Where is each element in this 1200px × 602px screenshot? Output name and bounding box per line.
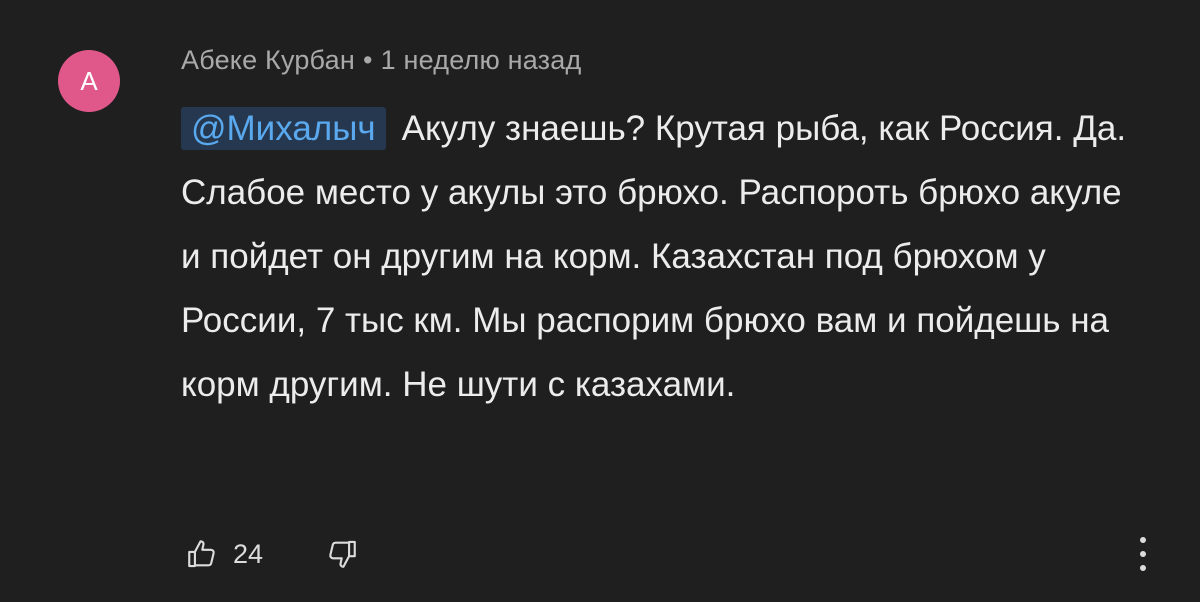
comment-actions: 24 [181, 532, 363, 576]
dislike-button[interactable] [321, 533, 363, 575]
thumbs-down-icon [329, 540, 356, 568]
comment-body-text: Акулу знаешь? Крутая рыба, как Россия. Д… [181, 109, 1127, 404]
like-button[interactable] [181, 533, 223, 575]
avatar-letter: A [80, 66, 98, 96]
avatar[interactable]: A [58, 50, 120, 112]
like-count: 24 [233, 538, 264, 569]
thumbs-up-icon [188, 540, 215, 568]
mention-link[interactable]: @Михалыч [181, 107, 386, 150]
comment-text: @Михалыч Акулу знаешь? Крутая рыба, как Р… [181, 97, 1141, 417]
comment-timestamp[interactable]: 1 неделю назад [381, 45, 582, 75]
author-name[interactable]: Абеке Курбан [181, 45, 355, 75]
more-options-button[interactable] [1128, 530, 1158, 578]
comment-header: Абеке Курбан • 1 неделю назад [181, 45, 581, 76]
meta-separator: • [362, 45, 373, 75]
more-vertical-icon [1140, 537, 1146, 571]
comment-card: A Абеке Курбан • 1 неделю назад @Михалыч Ак… [0, 0, 1200, 602]
